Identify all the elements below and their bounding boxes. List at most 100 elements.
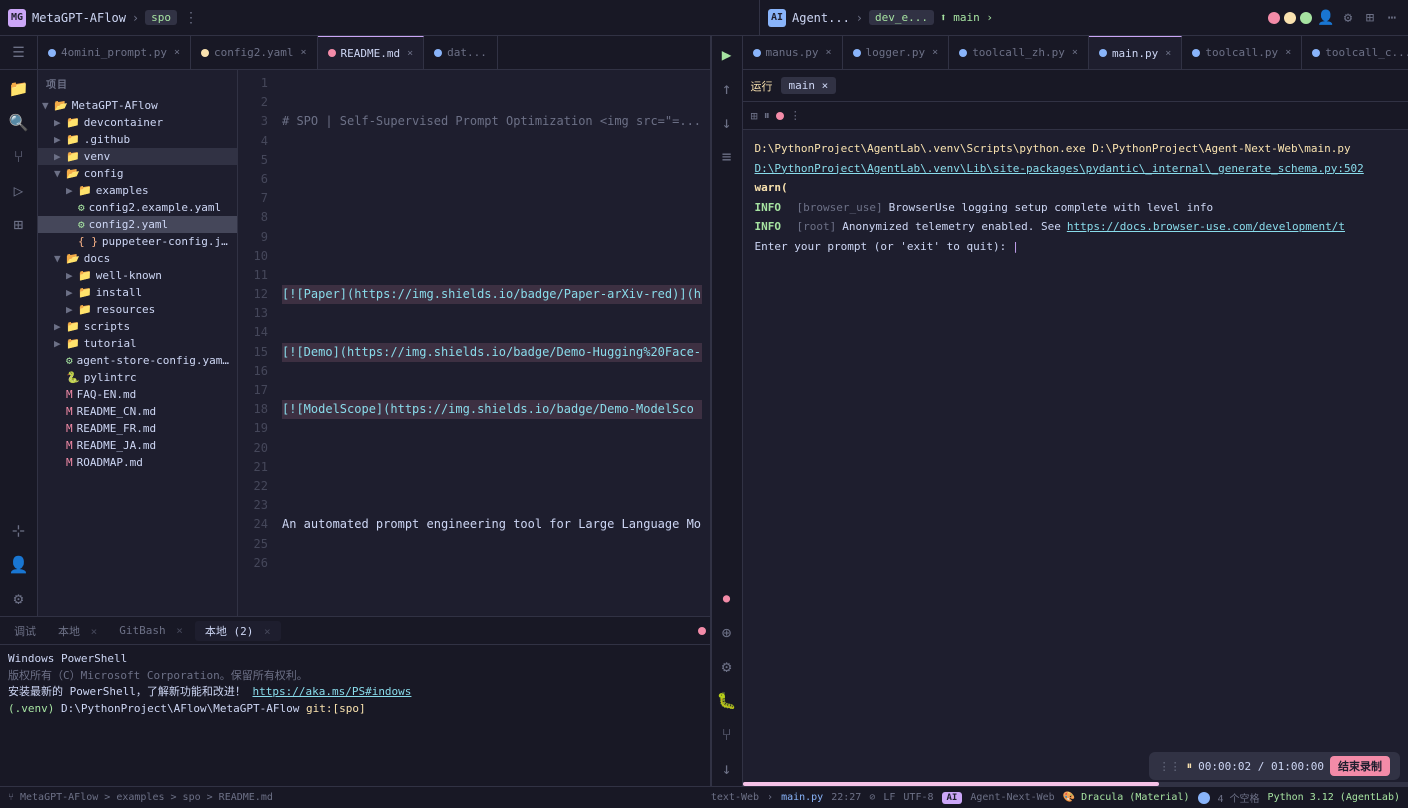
tree-agent-store[interactable]: ▶ ⚙ agent-store-config.yaml.example <box>38 352 237 369</box>
tree-faq-en[interactable]: ▶ M FAQ-EN.md <box>38 386 237 403</box>
term-close-local[interactable]: × <box>91 625 98 638</box>
right-nav-down[interactable]: ↓ <box>713 108 741 136</box>
tree-well-known[interactable]: ▶ 📁 well-known <box>38 267 237 284</box>
close-window-btn[interactable] <box>1268 12 1280 24</box>
activity-search[interactable]: 🔍 <box>5 108 33 136</box>
tree-config2-example[interactable]: ▶ ⚙ config2.example.yaml <box>38 199 237 216</box>
activity-account[interactable]: 👤 <box>5 550 33 578</box>
user-icon[interactable]: 👤 <box>1318 10 1334 26</box>
left-top-icons: ⋮ <box>183 10 199 26</box>
timer-stop-btn[interactable]: 结束录制 <box>1330 756 1390 776</box>
tab-close-logger[interactable]: × <box>932 47 938 58</box>
tree-pylintrc[interactable]: ▶ 🐍 pylintrc <box>38 369 237 386</box>
right-run-icon[interactable]: ▶ <box>713 40 741 68</box>
activity-debug[interactable]: ▷ <box>5 176 33 204</box>
root-label: MetaGPT-AFlow <box>72 99 158 112</box>
more-icon[interactable]: ⋯ <box>1384 10 1400 26</box>
tree-root[interactable]: ▼ 📂 MetaGPT-AFlow <box>38 97 237 114</box>
tab-close-readme[interactable]: × <box>407 48 413 59</box>
tab-readme[interactable]: README.md × <box>318 36 425 69</box>
config-icon: 📂 <box>66 167 80 180</box>
activity-extensions[interactable]: ⊞ <box>5 210 33 238</box>
tab-toolcall[interactable]: toolcall.py × <box>1182 36 1302 69</box>
run-scrollbar[interactable] <box>743 782 1408 786</box>
right-bottom[interactable]: ↓ <box>713 754 741 782</box>
tree-roadmap[interactable]: ▶ M ROADMAP.md <box>38 454 237 471</box>
activity-git[interactable]: ⑂ <box>5 142 33 170</box>
ps-update-link[interactable]: https://aka.ms/PS#indows <box>252 685 411 698</box>
right-git2[interactable]: ⑂ <box>713 720 741 748</box>
term-tab-gitbash[interactable]: GitBash × <box>109 622 193 639</box>
tree-install[interactable]: ▶ 📁 install <box>38 284 237 301</box>
maximize-window-btn[interactable] <box>1300 12 1312 24</box>
run-line-prompt: Enter your prompt (or 'exit' to quit): | <box>755 238 1408 256</box>
tab-dat[interactable]: dat... <box>424 36 498 69</box>
tree-config2[interactable]: ▶ ⚙ config2.yaml <box>38 216 237 233</box>
left-branch-badge[interactable]: spo <box>145 10 177 25</box>
tab-close-toolcall-zh[interactable]: × <box>1072 47 1078 58</box>
tree-scripts[interactable]: ▶ 📁 scripts <box>38 318 237 335</box>
right-wrap-icon[interactable]: ≡ <box>713 142 741 170</box>
term-tab-debug[interactable]: 调试 <box>4 621 46 641</box>
tree-docs[interactable]: ▼ 📂 docs <box>38 250 237 267</box>
term-tab-local2[interactable]: 本地 (2) × <box>195 621 281 641</box>
tab-close-4omini[interactable]: × <box>174 47 180 58</box>
minimize-window-btn[interactable] <box>1284 12 1296 24</box>
tab-close-main[interactable]: × <box>1165 48 1171 59</box>
run-pydantic-link[interactable]: D:\PythonProject\AgentLab\.venv\Lib\site… <box>755 160 1364 178</box>
tree-readme-ja[interactable]: ▶ M README_JA.md <box>38 437 237 454</box>
merge-icon[interactable]: ⬆ main › <box>940 11 993 24</box>
tree-venv[interactable]: ▶ 📁 venv <box>38 148 237 165</box>
run-step-icon[interactable]: ⊞ <box>751 109 758 123</box>
tree-config[interactable]: ▼ 📂 config <box>38 165 237 182</box>
tab-toolcall-zh[interactable]: toolcall_zh.py × <box>949 36 1089 69</box>
tree-github[interactable]: ▶ 📁 .github <box>38 131 237 148</box>
right-nav-up[interactable]: ↑ <box>713 74 741 102</box>
tab-close-config2[interactable]: × <box>300 47 306 58</box>
right-debug2[interactable]: 🐛 <box>713 686 741 714</box>
tab-main-py[interactable]: main.py × <box>1089 36 1182 69</box>
activity-settings[interactable]: ⚙ <box>5 584 33 612</box>
terminal-content[interactable]: Windows PowerShell 版权所有（C）Microsoft Corp… <box>0 645 710 786</box>
run-action-icon[interactable]: ⋮ <box>790 109 801 122</box>
tree-resources[interactable]: ▶ 📁 resources <box>38 301 237 318</box>
right-branch-badge[interactable]: dev_e... <box>869 10 934 25</box>
run-info-label-2: INFO <box>755 218 791 236</box>
venv-arrow: ▶ <box>54 150 66 163</box>
activity-remote[interactable]: ⊹ <box>5 516 33 544</box>
activity-explorer[interactable]: 📁 <box>5 74 33 102</box>
tab-4omini[interactable]: 4omini_prompt.py × <box>38 36 191 69</box>
tab-toolcall-c[interactable]: toolcall_c... ⤢ <box>1302 36 1408 69</box>
status-bar: ⑂ MetaGPT-AFlow > examples > spo > READM… <box>0 786 1408 808</box>
examples-icon: 📁 <box>78 184 92 197</box>
tab-close-manus[interactable]: × <box>826 47 832 58</box>
run-pause-icon[interactable]: ⏸ <box>764 108 770 123</box>
tab-manus[interactable]: manus.py × <box>743 36 843 69</box>
tree-devcontainer[interactable]: ▶ 📁 devcontainer <box>38 114 237 131</box>
tree-examples[interactable]: ▶ 📁 examples <box>38 182 237 199</box>
tree-readme-fr[interactable]: ▶ M README_FR.md <box>38 420 237 437</box>
run-tab-main[interactable]: main × <box>781 77 837 94</box>
term-close-gitbash[interactable]: × <box>176 624 183 637</box>
tab-config2[interactable]: config2.yaml × <box>191 36 318 69</box>
tab-close-toolcall[interactable]: × <box>1285 47 1291 58</box>
run-telemetry-link[interactable]: https://docs.browser-use.com/development… <box>1067 218 1345 236</box>
run-info-text-2: Anonymized telemetry enabled. See <box>842 218 1061 236</box>
tab-logger[interactable]: logger.py × <box>843 36 950 69</box>
tree-readme-cn[interactable]: ▶ M README_CN.md <box>38 403 237 420</box>
settings-icon[interactable]: ⚙ <box>1340 10 1356 26</box>
timer-pause-icon[interactable]: ⏸ <box>1187 759 1193 773</box>
tree-tutorial[interactable]: ▶ 📁 tutorial <box>38 335 237 352</box>
tree-puppeteer[interactable]: ▶ { } puppeteer-config.json <box>38 233 237 250</box>
right-branch-arrow: › <box>856 11 863 25</box>
term-tab-local[interactable]: 本地 × <box>48 621 107 641</box>
run-line-info1: INFO [browser_use] BrowserUse logging se… <box>755 199 1408 217</box>
menu-icon[interactable]: ⋮ <box>183 10 199 26</box>
term-close-local2[interactable]: × <box>264 625 271 638</box>
run-python-path: D:\PythonProject\AgentLab\.venv\Scripts\… <box>755 140 1351 158</box>
right-layers[interactable]: ⊕ <box>713 618 741 646</box>
right-settings2[interactable]: ⚙ <box>713 652 741 680</box>
extensions-icon[interactable]: ⊞ <box>1362 10 1378 26</box>
left-sidebar-toggle[interactable]: ☰ <box>12 45 25 61</box>
faq-icon: M <box>66 388 73 401</box>
